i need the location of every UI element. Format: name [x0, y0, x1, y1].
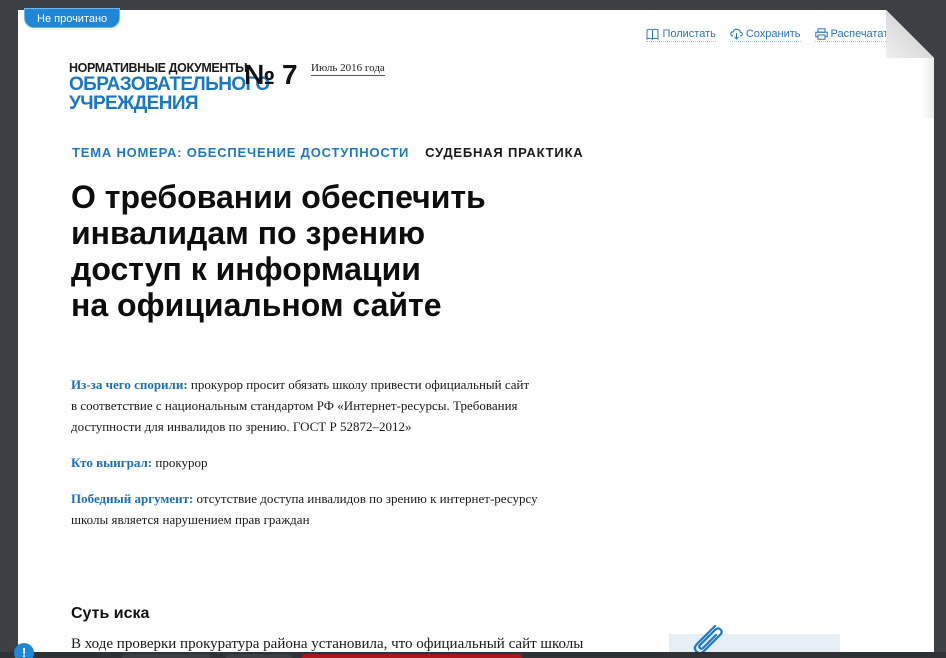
printer-icon [814, 28, 828, 40]
unread-badge[interactable]: Не прочитано [24, 8, 121, 28]
journal-logo-line2: ОБРАЗОВАТЕЛЬНОГО [69, 73, 270, 95]
read-button[interactable]: Полистать [646, 27, 716, 42]
info-icon[interactable]: ! [14, 643, 34, 658]
print-label: Распечатать [830, 28, 894, 40]
article-title-line: О требовании обеспечить [71, 179, 486, 215]
summary-argument-line1-wrap: Победный аргумент: отсутствие доступа ин… [71, 488, 591, 509]
article-title-line: инвалидам по зрению [71, 215, 426, 251]
bottom-tab[interactable] [226, 654, 292, 658]
article-body-text: В ходе проверки прокуратура района устан… [71, 636, 584, 652]
issue-date[interactable]: Июль 2016 года [311, 62, 385, 76]
cloud-download-icon [730, 28, 743, 40]
document-toolbar: Полистать Сохранить Распечатать [646, 27, 894, 42]
section-heading: Суть иска [71, 605, 150, 622]
book-icon [646, 28, 659, 40]
argument-text-line2: школы является нарушением прав граждан [71, 512, 310, 527]
issue-number: № 7 [244, 59, 298, 90]
article-title-line: доступ к информации [71, 251, 421, 287]
rubrics: ТЕМА НОМЕРА: ОБЕСПЕЧЕНИЕ ДОСТУПНОСТИ СУД… [72, 145, 584, 160]
dispute-text-line2: в соответствие с национальным стандартом… [71, 398, 518, 413]
save-label: Сохранить [745, 28, 801, 40]
article-title: О требовании обеспечить инвалидам по зре… [71, 179, 631, 323]
argument-label: Победный аргумент: [71, 491, 194, 506]
read-label: Полистать [662, 28, 716, 40]
dispute-text-line3: доступности для инвалидов по зрению. ГОС… [71, 419, 412, 434]
bottom-tab[interactable] [122, 654, 210, 658]
print-button[interactable]: Распечатать [814, 27, 894, 42]
page-corner-fold [886, 10, 934, 58]
dispute-text-line1: прокурор просит обязать школу привести о… [190, 377, 530, 392]
argument-text-line1: отсутствие доступа инвалидов по зрению к… [196, 491, 538, 506]
save-button[interactable]: Сохранить [729, 27, 801, 42]
journal-logo: НОРМАТИВНЫЕ ДОКУМЕНТЫ ОБРАЗОВАТЕЛЬНОГО У… [69, 62, 270, 113]
summary-dispute: Из-за чего спорили: прокурор просит обяз… [71, 374, 591, 437]
winner-text: прокурор [155, 455, 208, 470]
rubric-section: СУДЕБНАЯ ПРАКТИКА [425, 145, 584, 160]
dispute-label: Из-за чего спорили: [71, 377, 188, 392]
summary-dispute-line1-wrap: Из-за чего спорили: прокурор просит обяз… [71, 374, 591, 395]
journal-logo-line1: НОРМАТИВНЫЕ ДОКУМЕНТЫ [69, 60, 248, 76]
summary-argument: Победный аргумент: отсутствие доступа ин… [71, 488, 591, 530]
bottom-tab-active[interactable] [302, 654, 522, 658]
article-title-line: на официальном сайте [71, 287, 442, 323]
rubric-theme-link[interactable]: ТЕМА НОМЕРА: ОБЕСПЕЧЕНИЕ ДОСТУПНОСТИ [72, 145, 409, 160]
journal-logo-line3: УЧРЕЖДЕНИЯ [69, 92, 199, 114]
page-edge-shadow [922, 58, 934, 118]
case-summary: Из-за чего спорили: прокурор просит обяз… [71, 374, 591, 545]
winner-label: Кто выиграл: [71, 455, 153, 470]
summary-winner: Кто выиграл: прокурор [71, 452, 591, 473]
